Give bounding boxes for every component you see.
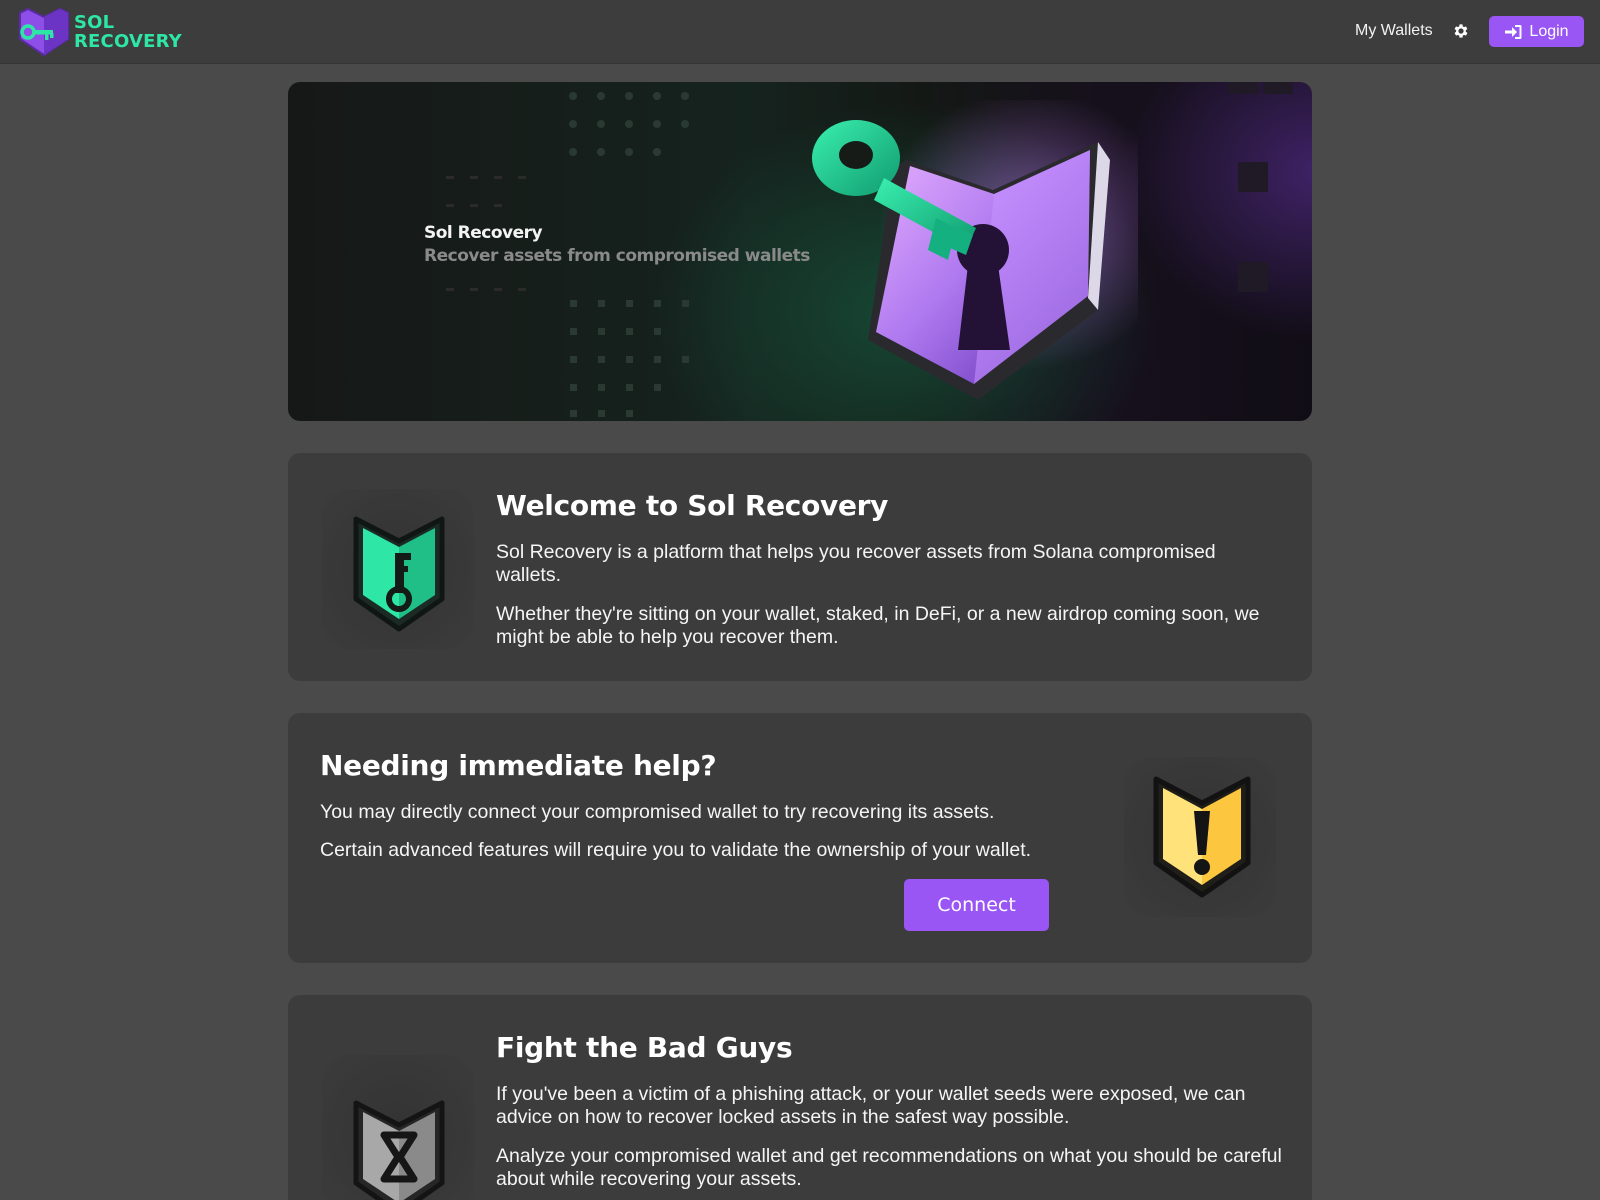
fight-bad-guys-card: Fight the Bad Guys If you've been a vict… — [288, 995, 1312, 1200]
welcome-paragraph-1: Sol Recovery is a platform that helps yo… — [496, 541, 1216, 586]
login-label: Login — [1529, 22, 1569, 40]
banner-title: Sol Recovery — [424, 223, 543, 243]
fight-title: Fight the Bad Guys — [496, 1031, 793, 1064]
hourglass-shield-icon — [353, 1100, 445, 1200]
brand-line-1: SOL — [74, 12, 115, 33]
brand-line-2: RECOVERY — [74, 31, 182, 52]
sign-in-icon — [1505, 24, 1522, 39]
fight-paragraph-1: If you've been a victim of a phishing at… — [496, 1083, 1246, 1128]
help-paragraph-2: Certain advanced features will require y… — [320, 839, 1032, 861]
help-title: Needing immediate help? — [320, 749, 717, 782]
banner-subtitle: Recover assets from compromised wallets — [424, 246, 810, 266]
help-paragraph-1: You may directly connect your compromise… — [320, 801, 995, 823]
nav-my-wallets[interactable]: My Wallets — [1355, 22, 1433, 40]
key-shield-icon — [353, 516, 445, 632]
brand-logo-link[interactable]: SOL RECOVERY — [18, 5, 182, 59]
gear-icon[interactable] — [1452, 22, 1470, 40]
shield-key-logo-icon — [19, 7, 69, 57]
welcome-paragraph-2: Whether they're sitting on your wallet, … — [496, 603, 1260, 648]
shield-key-illustration-icon — [812, 100, 1138, 400]
welcome-card: Welcome to Sol Recovery Sol Recovery is … — [288, 453, 1312, 681]
login-button[interactable]: Login — [1489, 16, 1584, 47]
top-navbar: SOL RECOVERY My Wallets Login — [0, 0, 1600, 64]
immediate-help-card: Needing immediate help? You may directly… — [288, 713, 1312, 963]
hero-banner: Sol Recovery Recover assets from comprom… — [288, 82, 1312, 421]
fight-paragraph-2: Analyze your compromised wallet and get … — [496, 1145, 1282, 1190]
welcome-title: Welcome to Sol Recovery — [496, 489, 889, 522]
brand-name: SOL RECOVERY — [74, 13, 182, 51]
connect-button[interactable]: Connect — [904, 879, 1049, 931]
warning-shield-icon — [1153, 776, 1251, 898]
